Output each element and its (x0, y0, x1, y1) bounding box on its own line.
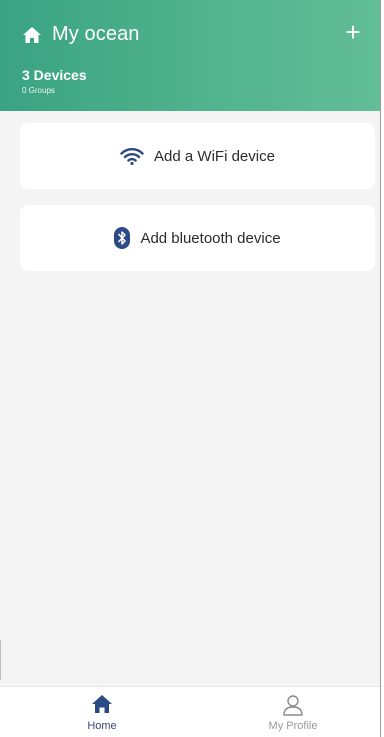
bottom-tab-bar: Home My Profile (0, 686, 380, 737)
home-icon (92, 695, 112, 713)
add-bluetooth-device-button[interactable]: Add bluetooth device (20, 205, 375, 271)
home-icon (23, 27, 41, 43)
add-wifi-device-label: Add a WiFi device (154, 147, 275, 165)
tab-my-profile-label: My Profile (268, 720, 318, 732)
home-name[interactable]: My ocean (52, 23, 140, 46)
group-count: 0 Groups (22, 86, 55, 95)
bluetooth-icon (114, 227, 131, 249)
user-icon (283, 695, 303, 716)
tab-home-label: Home (87, 720, 117, 732)
device-count: 3 Devices (22, 67, 87, 83)
add-wifi-device-button[interactable]: Add a WiFi device (20, 123, 375, 189)
app-screen: My ocean + 3 Devices 0 Groups Add a WiFi… (0, 0, 381, 737)
tab-my-profile[interactable]: My Profile (233, 687, 353, 737)
edge-divider (0, 640, 1, 680)
add-button[interactable]: + (340, 19, 366, 46)
tab-home[interactable]: Home (42, 687, 162, 737)
home-header: My ocean + 3 Devices 0 Groups (0, 0, 380, 111)
add-bluetooth-device-label: Add bluetooth device (140, 229, 281, 247)
wifi-icon (120, 148, 144, 165)
